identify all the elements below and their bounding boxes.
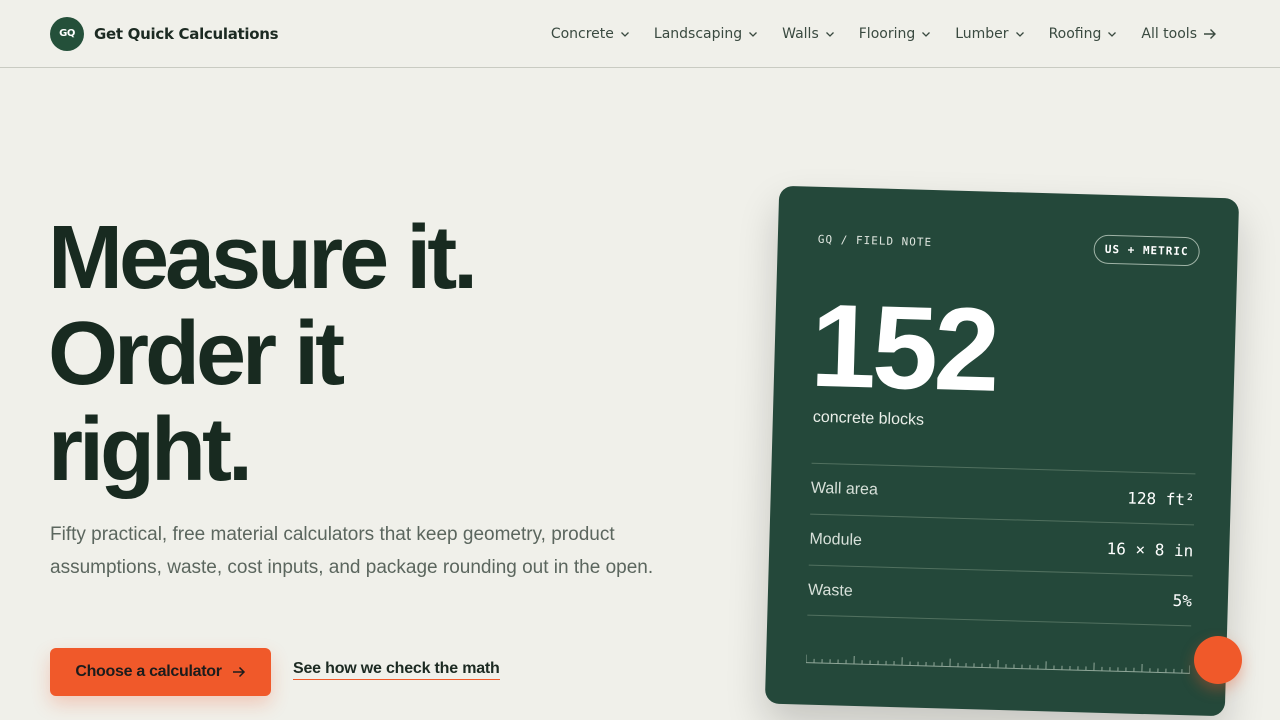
detail-label: Wall area bbox=[810, 479, 879, 499]
nav-item-landscaping[interactable]: Landscaping bbox=[654, 26, 758, 42]
detail-value: 16 × 8 in bbox=[1106, 538, 1194, 560]
nav-all-tools-link[interactable]: All tools bbox=[1141, 26, 1217, 42]
gq-logo-icon: GQ bbox=[50, 16, 84, 51]
nav-item-label: Concrete bbox=[550, 26, 614, 42]
cta-label: Choose a calculator bbox=[75, 663, 222, 680]
result-details: Wall area 128 ft² Module 16 × 8 in Waste… bbox=[807, 462, 1196, 627]
arrow-right-icon bbox=[1204, 29, 1216, 39]
headline-line: Measure it. bbox=[48, 208, 478, 308]
nav-all-tools-label: All tools bbox=[1141, 26, 1197, 42]
result-value: 152 bbox=[809, 279, 998, 417]
check-math-link[interactable]: See how we check the math bbox=[293, 660, 500, 680]
nav-item-label: Flooring bbox=[858, 26, 916, 42]
ruler-graphic bbox=[805, 654, 1191, 674]
result-unit: concrete blocks bbox=[812, 408, 925, 429]
nav-item-label: Landscaping bbox=[653, 26, 743, 42]
site-header: GQ Get Quick Calculations Concrete Lands… bbox=[0, 0, 1280, 68]
nav-item-label: Lumber bbox=[955, 26, 1009, 42]
chevron-down-icon bbox=[825, 32, 834, 37]
field-note-card: GQ / FIELD NOTE US + METRIC 152 concrete… bbox=[764, 185, 1240, 717]
detail-row: Waste 5% bbox=[807, 564, 1193, 627]
chevron-down-icon bbox=[1015, 32, 1024, 37]
brand-home-link[interactable]: GQ Get Quick Calculations bbox=[50, 16, 279, 51]
choose-calculator-button[interactable]: Choose a calculator bbox=[50, 648, 271, 696]
main-nav: Concrete Landscaping Walls Flooring Lumb… bbox=[551, 0, 1217, 68]
nav-item-label: Roofing bbox=[1048, 26, 1102, 42]
detail-label: Module bbox=[809, 530, 863, 550]
nav-item-concrete[interactable]: Concrete bbox=[551, 26, 630, 42]
detail-label: Waste bbox=[807, 581, 854, 600]
nav-item-label: Walls bbox=[782, 26, 819, 42]
chevron-down-icon bbox=[1108, 32, 1117, 37]
nav-item-roofing[interactable]: Roofing bbox=[1049, 26, 1118, 42]
chevron-down-icon bbox=[749, 32, 758, 37]
headline-line: right. bbox=[48, 400, 253, 500]
chevron-down-icon bbox=[922, 32, 931, 37]
chevron-down-icon bbox=[620, 32, 629, 37]
arrow-right-icon bbox=[232, 666, 245, 678]
nav-item-flooring[interactable]: Flooring bbox=[859, 26, 931, 42]
hero-subtext: Fifty practical, free material calculato… bbox=[50, 524, 654, 578]
brand-name: Get Quick Calculations bbox=[94, 24, 279, 43]
detail-value: 128 ft² bbox=[1127, 488, 1195, 509]
nav-item-lumber[interactable]: Lumber bbox=[955, 26, 1024, 42]
card-label: GQ / FIELD NOTE bbox=[817, 232, 933, 249]
nav-item-walls[interactable]: Walls bbox=[782, 26, 835, 42]
detail-value: 5% bbox=[1172, 590, 1193, 611]
hero-headline: Measure it. Order it right. bbox=[48, 208, 478, 500]
headline-line: Order it bbox=[48, 304, 345, 404]
units-badge: US + METRIC bbox=[1093, 234, 1201, 267]
floating-action-button[interactable] bbox=[1194, 636, 1242, 684]
